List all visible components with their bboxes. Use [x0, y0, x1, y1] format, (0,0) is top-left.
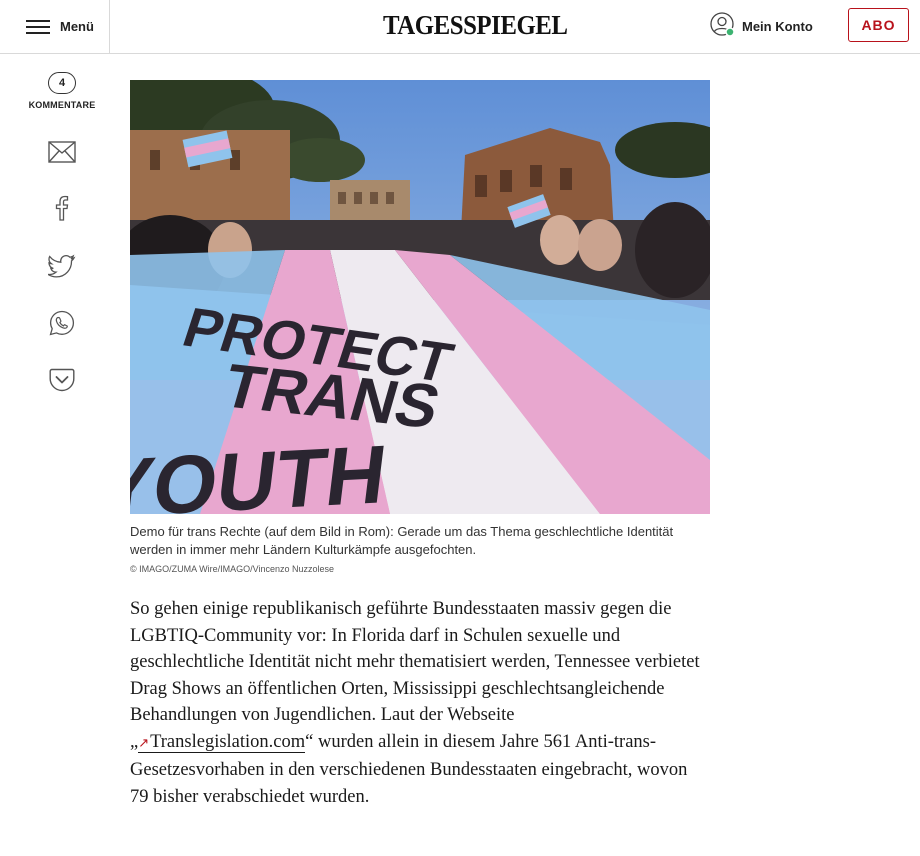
comments-label: KOMMENTARE [28, 100, 96, 110]
facebook-icon [55, 195, 69, 221]
photo-caption: Demo für trans Rechte (auf dem Bild in R… [130, 524, 674, 557]
user-icon [710, 12, 735, 37]
twitter-icon [48, 254, 76, 278]
external-link[interactable]: ↗Translegislation.com [138, 731, 306, 753]
banner-line-3: YOUTH [130, 427, 391, 514]
whatsapp-share-button[interactable] [48, 309, 76, 337]
article-photo: PROTECT TRANS YOUTH [130, 80, 710, 514]
account-button[interactable]: Mein Konto [710, 12, 813, 37]
abo-button[interactable]: ABO [848, 8, 909, 42]
comment-count: 4 [58, 77, 66, 89]
comment-count-badge: 4 [48, 72, 76, 94]
external-link-icon: ↗ [138, 735, 150, 751]
mail-icon [48, 141, 76, 163]
site-header: Menü TAGESSPIEGEL Mein Konto ABO [0, 0, 920, 54]
twitter-share-button[interactable] [48, 252, 76, 280]
account-label: Mein Konto [742, 18, 813, 34]
article-paragraph: So gehen einige republikanisch geführte … [130, 596, 700, 810]
menu-button[interactable]: Menü [0, 0, 110, 53]
comments-button[interactable]: 4 KOMMENTARE [22, 72, 102, 110]
menu-label: Menü [60, 19, 94, 34]
paragraph-text-before: So gehen einige republikanisch geführte … [130, 599, 700, 752]
hamburger-icon [26, 19, 50, 34]
share-rail: 4 KOMMENTARE [22, 72, 102, 392]
external-link-label: Translegislation.com [150, 731, 306, 752]
facebook-share-button[interactable] [48, 194, 76, 222]
site-logo[interactable]: TAGESSPIEGEL [383, 10, 568, 41]
pocket-share-button[interactable] [48, 366, 76, 394]
pocket-icon [49, 368, 75, 392]
photo-credit: © IMAGO/ZUMA Wire/IMAGO/Vincenzo Nuzzole… [130, 564, 335, 574]
mail-share-button[interactable] [48, 138, 76, 166]
whatsapp-icon [49, 310, 75, 336]
